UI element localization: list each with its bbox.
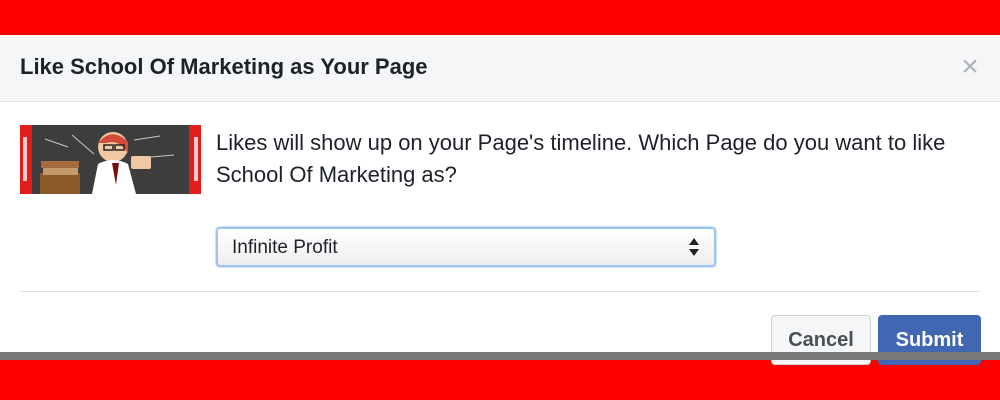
red-background: Like School Of Marketing as Your Page × (0, 0, 1000, 400)
close-icon[interactable]: × (956, 52, 984, 82)
dialog-title: Like School Of Marketing as Your Page (20, 54, 428, 79)
dialog-header: Like School Of Marketing as Your Page × (0, 35, 1000, 102)
page-select-value: Infinite Profit (232, 237, 338, 258)
page-select[interactable]: Infinite Profit (216, 227, 716, 267)
up-down-arrows-icon (688, 236, 700, 258)
like-as-page-dialog: Like School Of Marketing as Your Page × (0, 35, 1000, 365)
dialog-bottom-shadow (0, 352, 1000, 360)
page-thumbnail-image (20, 125, 201, 194)
footer-divider (20, 291, 980, 292)
dialog-message: Likes will show up on your Page's timeli… (216, 130, 946, 187)
page-thumbnail (20, 125, 201, 194)
